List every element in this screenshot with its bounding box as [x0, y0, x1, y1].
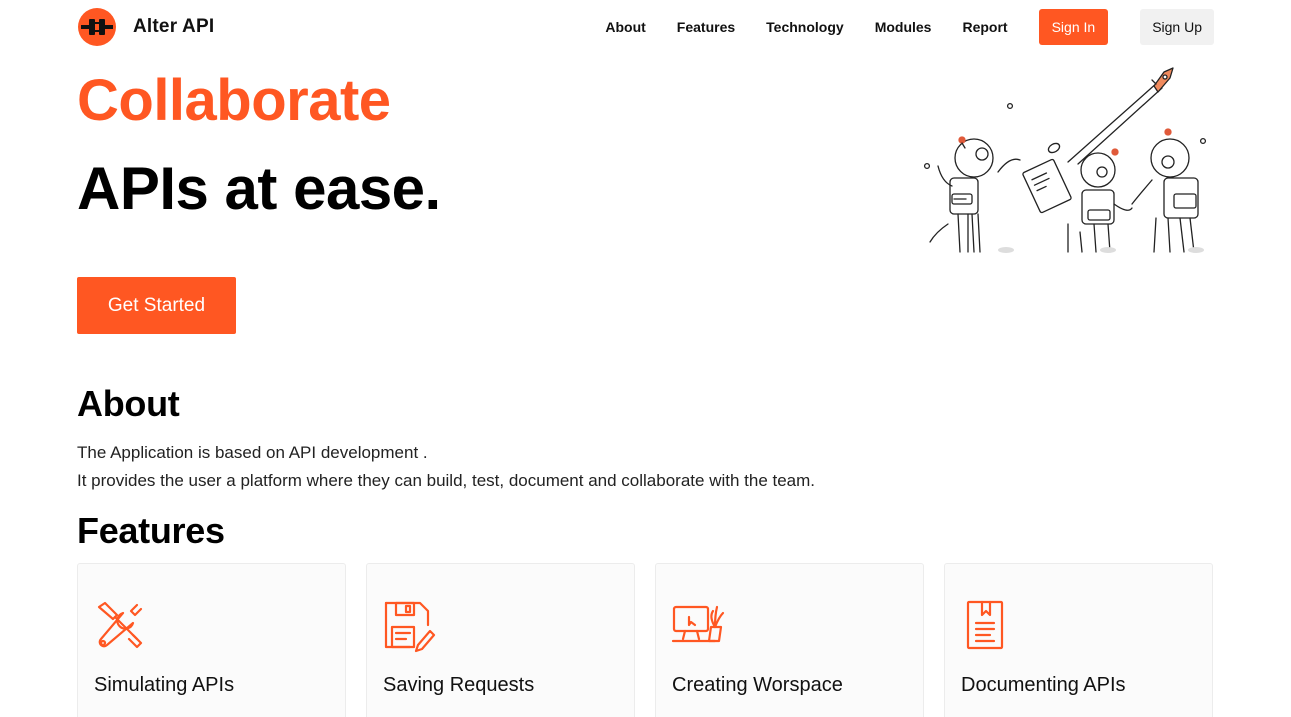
feature-card-documenting[interactable]: Documenting APIs	[944, 563, 1213, 717]
site-header: Alter API About Features Technology Modu…	[0, 0, 1291, 54]
about-description: The Application is based on API developm…	[77, 439, 815, 495]
document-icon	[966, 600, 1004, 650]
get-started-button[interactable]: Get Started	[77, 277, 236, 334]
about-line-2: It provides the user a platform where th…	[77, 471, 816, 490]
hero-headline-accent: Collaborate	[77, 68, 391, 133]
feature-card-label: Saving Requests	[383, 674, 535, 696]
features-heading: Features	[77, 510, 225, 551]
feature-card-simulating[interactable]: Simulating APIs	[77, 563, 346, 717]
workspace-monitor-icon	[671, 605, 725, 643]
main-nav: About Features Technology Modules Report…	[605, 9, 1214, 45]
brand-logo[interactable]: Alter API	[77, 8, 214, 46]
feature-card-saving[interactable]: Saving Requests	[366, 563, 635, 717]
plug-logo-icon	[78, 8, 116, 46]
sign-up-button[interactable]: Sign Up	[1140, 9, 1214, 45]
about-heading: About	[77, 383, 180, 424]
floppy-edit-icon	[384, 601, 436, 653]
hero-headline: APIs at ease.	[77, 155, 441, 222]
team-rocket-illustration	[923, 67, 1207, 253]
nav-report[interactable]: Report	[962, 19, 1007, 35]
brand-name: Alter API	[133, 16, 215, 37]
nav-technology[interactable]: Technology	[766, 19, 844, 35]
sign-in-button[interactable]: Sign In	[1038, 9, 1109, 45]
feature-card-label: Creating Worspace	[672, 674, 843, 696]
nav-modules[interactable]: Modules	[875, 19, 932, 35]
nav-features[interactable]: Features	[677, 19, 735, 35]
feature-card-label: Documenting APIs	[961, 674, 1126, 696]
about-line-1: The Application is based on API developm…	[77, 443, 428, 462]
feature-card-workspace[interactable]: Creating Worspace	[655, 563, 924, 717]
tools-icon	[97, 601, 143, 649]
nav-about[interactable]: About	[605, 19, 645, 35]
feature-card-label: Simulating APIs	[94, 674, 235, 696]
